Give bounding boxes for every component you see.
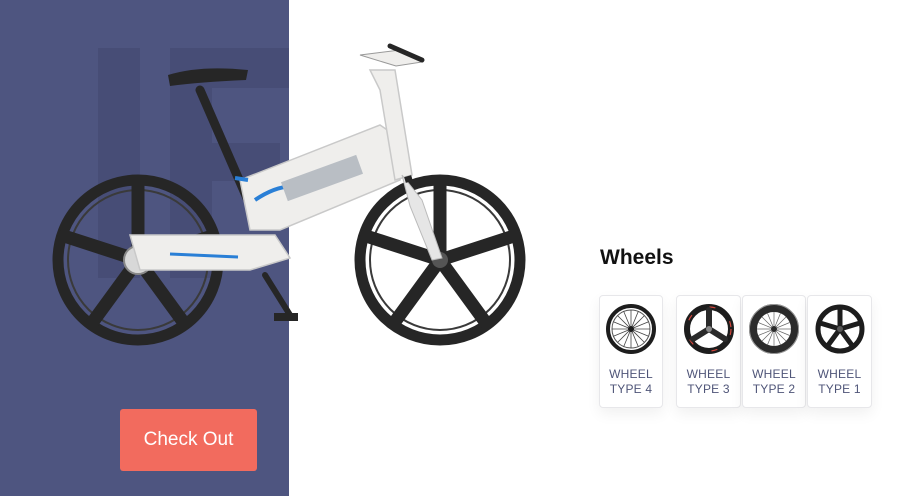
wheel-option-type-1[interactable]: WHEEL TYPE 1 [807,295,872,408]
wheel-type-1-label-line2: TYPE 1 [818,382,861,396]
wheel-type-1-label-line1: WHEEL [817,367,862,381]
wheel-option-type-4[interactable]: WHEEL TYPE 4 [599,295,663,408]
bicycle-image [52,43,526,346]
wheel-type-3-label-line1: WHEEL [686,367,731,381]
wheel-type-2-icon [749,304,799,354]
wheels-section-title: Wheels [600,246,674,269]
wheel-type-2-label-line1: WHEEL [752,367,796,381]
wheel-type-1-icon [815,304,864,354]
wheel-option-type-2[interactable]: WHEEL TYPE 2 [742,295,806,408]
wheel-type-4-label-line2: TYPE 4 [609,382,653,396]
wheel-type-4-label-line1: WHEEL [609,367,653,381]
wheel-type-4-icon [606,304,656,354]
front-wheel [354,174,526,346]
wheel-type-3-icon [683,304,734,354]
wheel-type-3-label-line2: TYPE 3 [687,382,730,396]
wheel-option-type-3[interactable]: WHEEL TYPE 3 [676,295,741,408]
bike-frame [129,43,443,321]
checkout-button[interactable]: Check Out [120,409,257,471]
wheel-type-2-label-line2: TYPE 2 [752,382,796,396]
